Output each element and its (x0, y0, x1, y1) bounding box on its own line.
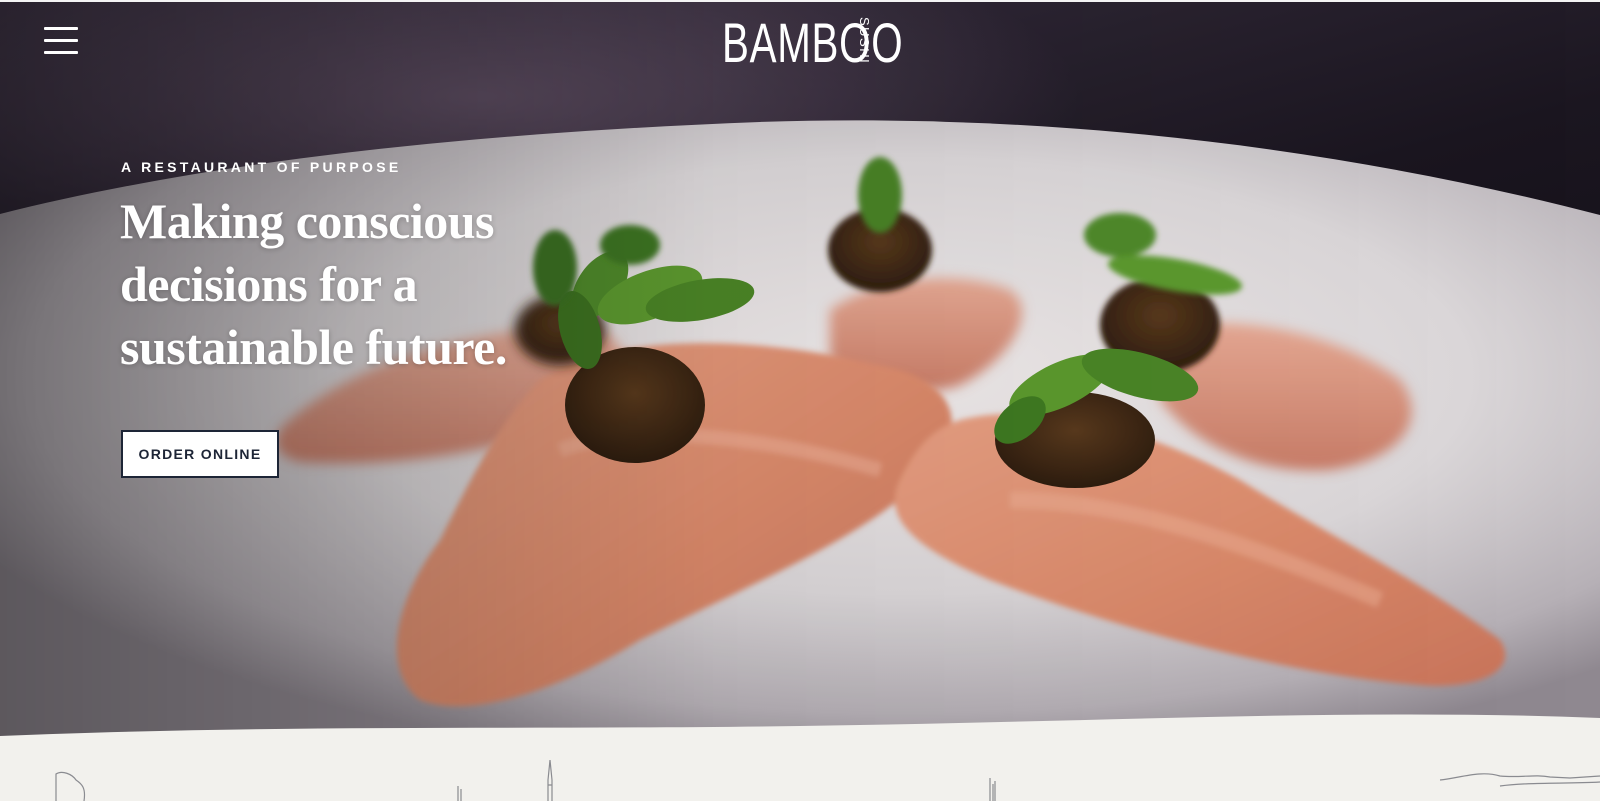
hero-wave-edge (0, 714, 1600, 745)
homepage: BAMBOO SUSHI A RESTAURANT OF PURPOSE Mak… (0, 0, 1600, 801)
top-border (0, 0, 1600, 2)
hamburger-menu-icon[interactable] (44, 27, 78, 54)
bamboo-sushi-logo[interactable]: BAMBOO SUSHI (722, 11, 904, 74)
city-skyline-illustration (55, 760, 1600, 801)
logo-wordmark: BAMBOO (722, 11, 904, 74)
hero-eyebrow: A RESTAURANT OF PURPOSE (121, 159, 402, 175)
hero-headline: Making conscious decisions for a sustain… (120, 193, 507, 375)
hero-section: BAMBOO SUSHI A RESTAURANT OF PURPOSE Mak… (0, 0, 1600, 745)
order-online-button[interactable]: ORDER ONLINE (121, 430, 279, 478)
